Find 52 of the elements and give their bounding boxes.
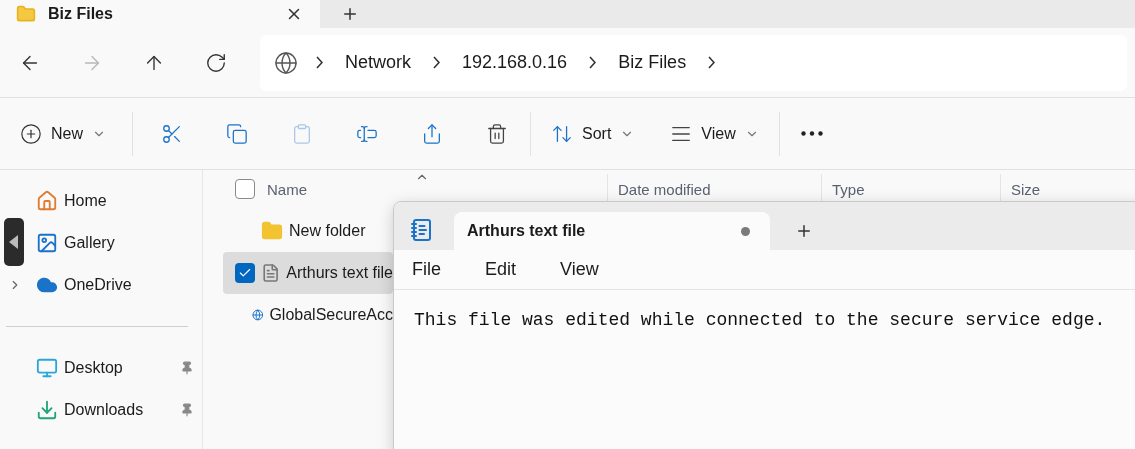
sidebar-item[interactable]: Desktop: [0, 347, 202, 389]
document-text: This file was edited while connected to the secure service edge.: [413, 309, 1107, 332]
notepad-tab[interactable]: Arthurs text file: [454, 212, 770, 250]
pin-icon: [180, 403, 194, 417]
network-icon: [274, 50, 298, 75]
plus-icon: [795, 222, 813, 240]
file-row[interactable]: New folder: [223, 210, 393, 252]
select-all-checkbox[interactable]: [235, 179, 255, 199]
copy-icon: [226, 122, 248, 145]
scissors-icon: [161, 122, 183, 145]
gallery-icon: [36, 232, 58, 254]
chevron-icon: [708, 56, 716, 69]
sidebar-item[interactable]: Downloads: [0, 389, 202, 431]
plus-circle-icon: [20, 122, 42, 145]
triangle-icon: [9, 235, 19, 249]
refresh-icon: [205, 51, 227, 74]
clipboard-icon: [291, 122, 313, 145]
folder-icon: [16, 4, 36, 24]
menu-item[interactable]: Edit: [473, 259, 549, 280]
folder-icon: [261, 220, 283, 242]
breadcrumb[interactable]: 192.168.0.16: [458, 52, 572, 73]
share-icon: [421, 122, 443, 145]
breadcrumb[interactable]: Biz Files: [614, 52, 691, 73]
view-button[interactable]: View: [670, 122, 759, 145]
notepad-icon: [410, 218, 434, 242]
plus-icon: [341, 5, 359, 23]
trash-icon: [486, 122, 508, 145]
download-icon: [36, 399, 58, 421]
chevron-icon: [316, 56, 323, 69]
home-icon: [36, 190, 58, 212]
pin-icon: [180, 361, 194, 375]
check-icon: [238, 266, 252, 280]
text-file-icon: [261, 262, 281, 284]
sort-button[interactable]: Sort: [551, 122, 635, 145]
new-button[interactable]: New: [20, 122, 106, 145]
desktop-icon: [36, 357, 58, 379]
sidebar-item[interactable]: Gallery: [0, 222, 202, 264]
file-row[interactable]: GlobalSecureAcc: [223, 294, 393, 336]
column-header[interactable]: Name: [257, 174, 407, 204]
checkbox[interactable]: [235, 263, 255, 283]
chevron-icon: [433, 56, 440, 69]
address-bar[interactable]: Network 192.168.0.16 Biz Files: [260, 34, 1127, 91]
sidebar-item[interactable]: Home: [0, 180, 202, 222]
chevron-icon: [589, 56, 597, 69]
file-row[interactable]: Arthurs text file: [223, 252, 393, 294]
menu-item[interactable]: File: [400, 259, 473, 280]
menu-item[interactable]: View: [548, 259, 631, 280]
sidebar-item[interactable]: OneDrive: [0, 264, 202, 306]
collapse-handle[interactable]: [4, 218, 24, 266]
breadcrumb[interactable]: Network: [341, 52, 415, 73]
window-tab[interactable]: Biz Files: [0, 0, 320, 28]
more-icon: [800, 131, 823, 136]
